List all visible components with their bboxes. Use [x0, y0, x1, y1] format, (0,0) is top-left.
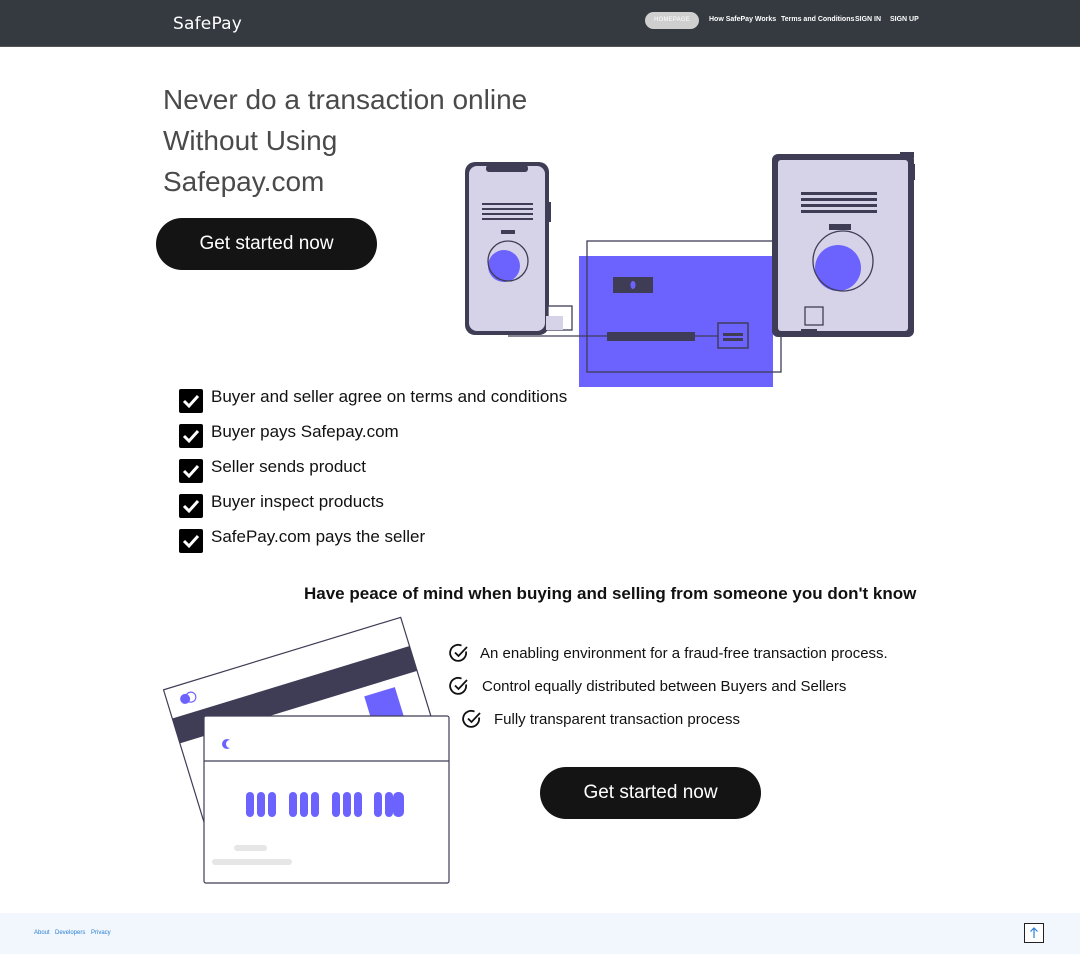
cards-illustration	[162, 616, 450, 884]
phone-illustration	[465, 162, 573, 335]
footer-link-developers[interactable]: Developers	[55, 930, 85, 936]
get-started-button-secondary[interactable]: Get started now	[540, 767, 761, 819]
footer-link-privacy[interactable]: Privacy	[91, 930, 111, 936]
hero-title-line: Never do a transaction online	[163, 84, 528, 115]
step-label: Buyer pays Safepay.com	[211, 422, 399, 441]
checkbox-checked-icon	[179, 389, 203, 413]
tablet-illustration	[772, 152, 915, 337]
checkbox-checked-icon	[179, 424, 203, 448]
step-label: SafePay.com pays the seller	[211, 527, 426, 546]
feature-text: An enabling environment for a fraud-free…	[480, 645, 888, 662]
check-circle-icon	[449, 644, 468, 662]
nav-homepage[interactable]: HOMEPAGE	[645, 12, 699, 29]
step-label: Seller sends product	[211, 457, 366, 476]
step-label: Buyer and seller agree on terms and cond…	[211, 387, 568, 406]
nav-sign-in[interactable]: SIGN IN	[855, 16, 881, 23]
checkbox-checked-icon	[179, 459, 203, 483]
navbar: SafePay HOMEPAGE How SafePay Works Terms…	[0, 0, 1080, 47]
hero-title-line: Safepay.com	[163, 166, 325, 197]
hero-title-line: Without Using	[163, 125, 338, 156]
check-circle-icon	[462, 710, 481, 728]
back-to-top-button[interactable]	[1024, 923, 1044, 943]
get-started-button[interactable]: Get started now	[156, 218, 377, 270]
brand-logo[interactable]: SafePay	[173, 14, 242, 34]
checkbox-checked-icon	[179, 494, 203, 518]
footer: About Developers Privacy	[0, 913, 1080, 954]
step-label: Buyer inspect products	[211, 492, 384, 511]
feature-text: Control equally distributed between Buye…	[482, 678, 847, 695]
nav-how-it-works[interactable]: How SafePay Works	[709, 16, 776, 23]
payment-devices-illustration	[465, 152, 915, 387]
peace-of-mind-heading: Have peace of mind when buying and selli…	[304, 584, 917, 603]
checkbox-checked-icon	[179, 529, 203, 553]
nav-terms[interactable]: Terms and Conditions	[781, 16, 854, 23]
arrow-up-icon	[1030, 927, 1038, 938]
check-circle-icon	[449, 677, 468, 695]
nav-sign-up[interactable]: SIGN UP	[890, 16, 919, 23]
footer-link-about[interactable]: About	[34, 930, 50, 936]
feature-text: Fully transparent transaction process	[494, 711, 740, 728]
